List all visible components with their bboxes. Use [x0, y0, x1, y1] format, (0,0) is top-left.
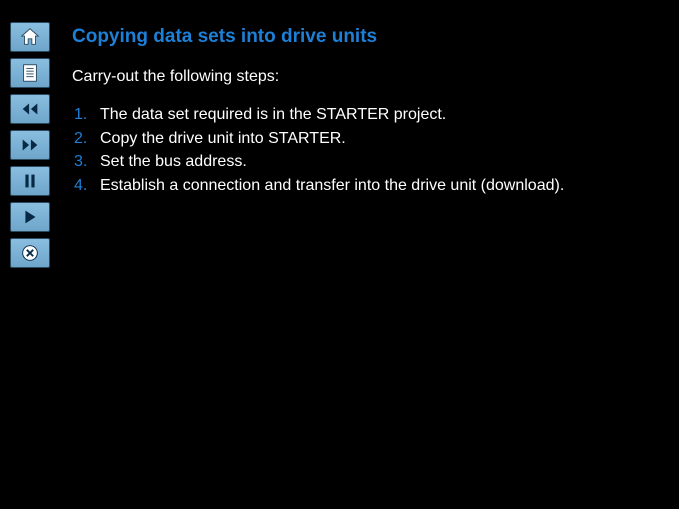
rewind-button[interactable]	[10, 94, 50, 124]
rewind-icon	[19, 98, 41, 120]
step-text: Establish a connection and transfer into…	[100, 175, 659, 197]
forward-button[interactable]	[10, 130, 50, 160]
pause-icon	[19, 170, 41, 192]
pause-button[interactable]	[10, 166, 50, 196]
close-icon	[19, 242, 41, 264]
page-title: Copying data sets into drive units	[72, 26, 659, 48]
home-button[interactable]	[10, 22, 50, 52]
steps-list: 1. The data set required is in the START…	[72, 104, 659, 196]
close-button[interactable]	[10, 238, 50, 268]
step-number: 2.	[72, 128, 100, 150]
forward-icon	[19, 134, 41, 156]
home-icon	[19, 26, 41, 48]
content-area: Copying data sets into drive units Carry…	[72, 26, 659, 196]
list-item: 3. Set the bus address.	[72, 151, 659, 173]
list-item: 4. Establish a connection and transfer i…	[72, 175, 659, 197]
notes-icon	[19, 62, 41, 84]
step-number: 1.	[72, 104, 100, 126]
step-text: Set the bus address.	[100, 151, 659, 173]
step-number: 3.	[72, 151, 100, 173]
list-item: 1. The data set required is in the START…	[72, 104, 659, 126]
step-text: Copy the drive unit into STARTER.	[100, 128, 659, 150]
notes-button[interactable]	[10, 58, 50, 88]
play-button[interactable]	[10, 202, 50, 232]
step-number: 4.	[72, 175, 100, 197]
play-icon	[19, 206, 41, 228]
nav-sidebar	[10, 22, 60, 268]
list-item: 2. Copy the drive unit into STARTER.	[72, 128, 659, 150]
intro-text: Carry-out the following steps:	[72, 68, 659, 86]
step-text: The data set required is in the STARTER …	[100, 104, 659, 126]
